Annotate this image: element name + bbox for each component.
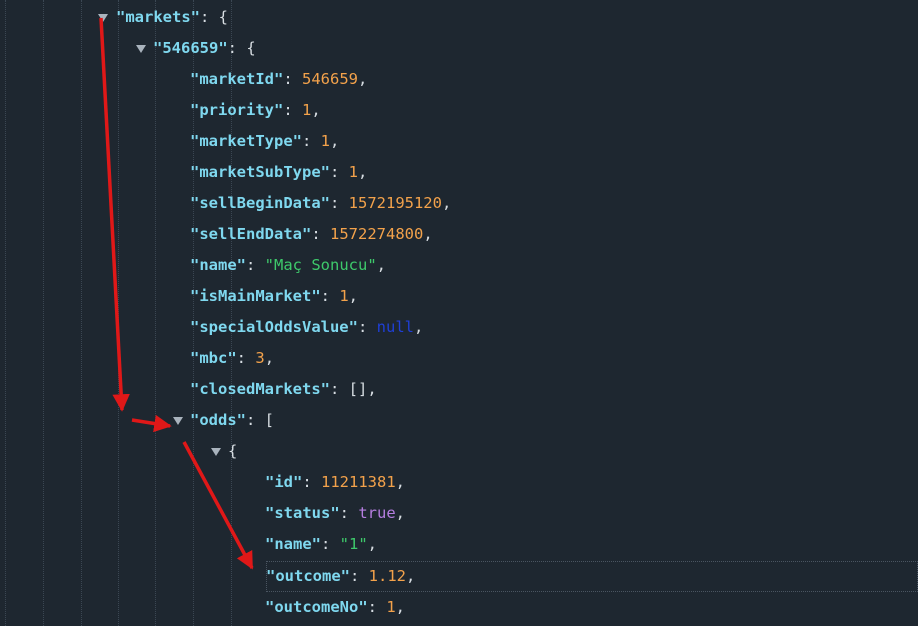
json-colon: :: [246, 256, 265, 274]
json-comma: ,: [358, 163, 368, 181]
red-arrow-icon: [182, 441, 254, 570]
annotation-arrows: [99, 17, 254, 570]
red-arrow-icon: [131, 414, 172, 433]
json-comma: ,: [348, 287, 359, 305]
json-key: "id": [265, 473, 303, 491]
json-key: "marketId": [190, 70, 284, 88]
indent-guide: [5, 0, 6, 626]
json-key: "priority": [190, 101, 284, 119]
json-key: "mbc": [190, 349, 237, 367]
json-key: "marketType": [190, 132, 302, 150]
json-key: "outcome": [266, 567, 350, 585]
json-comma: ,: [358, 70, 368, 88]
json-key: "outcomeNo": [265, 598, 368, 616]
json-value: 1: [302, 101, 312, 119]
json-comma: ,: [367, 380, 377, 398]
json-value: true: [358, 504, 396, 522]
json-comma: ,: [395, 473, 405, 491]
json-value: "1": [339, 535, 368, 553]
json-comma: ,: [406, 567, 416, 585]
json-key: "546659": [153, 39, 228, 57]
json-colon: :: [339, 504, 359, 522]
json-comma: ,: [330, 132, 340, 150]
json-key: "status": [265, 504, 340, 522]
json-key: "specialOddsValue": [190, 318, 358, 336]
json-open-bracket: {: [246, 39, 256, 57]
json-colon: :: [227, 39, 247, 57]
json-comma: ,: [311, 101, 321, 119]
json-key: "sellBeginData": [190, 194, 330, 212]
json-value: 1: [348, 163, 358, 181]
json-colon: :: [329, 163, 349, 181]
json-key: "name": [265, 535, 321, 553]
indent-guide: [155, 0, 156, 626]
json-key: "closedMarkets": [190, 380, 330, 398]
json-key: "name": [190, 256, 246, 274]
caret-down-icon[interactable]: [211, 448, 221, 456]
json-colon: :: [329, 194, 349, 212]
json-colon: :: [283, 101, 302, 119]
json-value: 1.12: [368, 567, 406, 585]
json-value: "Maç Sonucu": [264, 256, 377, 274]
json-colon: :: [329, 380, 349, 398]
json-value: 546659: [302, 70, 358, 88]
json-colon: :: [283, 70, 302, 88]
json-key: "markets": [116, 8, 200, 26]
json-colon: :: [301, 132, 321, 150]
json-colon: :: [311, 225, 330, 243]
json-key: "odds": [190, 411, 246, 429]
json-key: "isMainMarket": [190, 287, 321, 305]
caret-down-icon[interactable]: [173, 417, 183, 425]
json-key: "sellEndData": [190, 225, 312, 243]
json-value: 3: [255, 349, 265, 367]
json-colon: :: [302, 473, 321, 491]
json-open-bracket: [: [264, 411, 275, 429]
json-value: 1572195120: [348, 194, 442, 212]
indent-guide: [43, 0, 44, 626]
json-open-bracket: {: [228, 442, 238, 460]
json-comma: ,: [395, 504, 405, 522]
json-value: 1: [386, 598, 396, 616]
json-colon: :: [350, 567, 369, 585]
caret-down-icon[interactable]: [136, 45, 146, 53]
json-comma: ,: [413, 318, 424, 336]
json-comma: ,: [376, 256, 386, 274]
json-colon: :: [200, 8, 219, 26]
json-value: 1572274800: [330, 225, 424, 243]
json-comma: ,: [395, 598, 406, 616]
json-colon: :: [357, 318, 377, 336]
json-value: 1: [339, 287, 349, 305]
indent-guide: [81, 0, 82, 626]
json-comma: ,: [367, 535, 378, 553]
json-comma: ,: [264, 349, 275, 367]
json-property-row[interactable]: "outcome": 1.12,: [266, 561, 918, 592]
json-open-bracket: {: [218, 8, 229, 26]
json-value: null: [376, 318, 414, 336]
json-value: 1: [320, 132, 330, 150]
json-colon: :: [320, 287, 340, 305]
json-comma: ,: [423, 225, 433, 243]
json-comma: ,: [441, 194, 452, 212]
json-key: "marketSubType": [190, 163, 330, 181]
indent-guide: [118, 0, 119, 626]
caret-down-icon[interactable]: [98, 14, 108, 22]
json-colon: :: [236, 349, 256, 367]
json-value: 11211381: [321, 473, 396, 491]
json-colon: :: [367, 598, 387, 616]
json-colon: :: [321, 535, 340, 553]
json-colon: :: [246, 411, 265, 429]
json-value: []: [348, 380, 368, 398]
